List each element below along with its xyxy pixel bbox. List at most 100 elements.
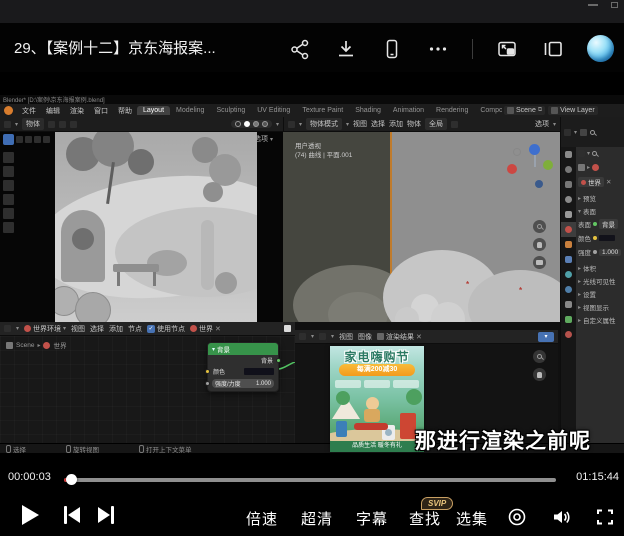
more-button[interactable] — [426, 37, 450, 61]
world-datablock: 世界 ✕ — [578, 177, 611, 187]
next-episode-button[interactable] — [98, 506, 114, 524]
header-divider — [472, 39, 473, 59]
color-swatch — [599, 235, 615, 241]
gizmo-minus-axis — [535, 180, 543, 188]
skip-bar-icon — [64, 506, 67, 524]
window-control-icon[interactable] — [588, 4, 598, 6]
progress-track[interactable] — [64, 478, 556, 482]
screen-cast-button[interactable] — [541, 37, 565, 61]
editor-type-icon — [4, 121, 11, 128]
download-button[interactable] — [334, 37, 358, 61]
clay-pill — [201, 220, 214, 290]
share-button[interactable] — [288, 37, 312, 61]
world-icon — [190, 325, 197, 332]
custom-properties-section: ▸自定义属性 — [578, 315, 616, 325]
episodes-button[interactable]: 选集 — [456, 508, 488, 529]
solid-shading-icon — [244, 121, 250, 127]
tool-icon — [48, 121, 55, 128]
fullscreen-button[interactable] — [594, 506, 616, 528]
playback-speed-button[interactable]: 倍速 — [246, 508, 278, 529]
play-on-phone-button[interactable] — [380, 37, 404, 61]
node-breadcrumb: Scene ▸ 世界 — [6, 340, 66, 350]
render-properties-tab — [561, 162, 576, 177]
mode-selector: 物体 — [22, 118, 44, 130]
view-menu: 视图 — [71, 324, 85, 334]
world-icon — [581, 180, 586, 185]
properties-header: ▾ — [578, 150, 597, 157]
clay-speaker-hole — [72, 228, 94, 250]
mouse-left-icon — [6, 445, 11, 453]
left-viewport-header: ▾ 物体 ▾ — [0, 117, 283, 132]
quality-button[interactable]: 超清 — [301, 508, 333, 529]
record-icon — [507, 507, 527, 527]
preview-section: ▸预览 — [578, 193, 596, 203]
record-button[interactable] — [507, 507, 527, 527]
shader-socket-icon — [593, 222, 597, 226]
previous-episode-button[interactable] — [64, 506, 80, 524]
user-avatar[interactable] — [587, 35, 614, 62]
mouse-right-icon — [139, 445, 144, 453]
fullscreen-icon — [594, 506, 616, 528]
video-player: 29、【案例十二】京东海报案... — [0, 0, 624, 536]
surface-section: ▾表面 — [578, 206, 596, 216]
gizmo-x-axis — [507, 164, 517, 174]
screen-cast-icon — [542, 38, 564, 60]
poster-tag — [393, 380, 419, 388]
subtitles-button[interactable]: 字幕 — [356, 508, 388, 529]
window-control-icon[interactable] — [611, 2, 618, 8]
find-button[interactable]: 查找 — [409, 508, 441, 529]
scene-icon — [507, 107, 514, 114]
poster-scene — [330, 391, 424, 441]
render-result-poster: 家电嗨购节 每满200减30 — [330, 346, 424, 452]
world-icon — [592, 164, 599, 171]
rotate-tool-icon — [3, 194, 14, 205]
color-socket-icon — [205, 369, 210, 374]
volume-button[interactable] — [550, 506, 572, 528]
display-channels-button: ▾ — [538, 332, 554, 342]
gizmo-z-axis — [529, 144, 540, 155]
mouse-middle-icon — [66, 445, 71, 453]
particles-properties-tab — [561, 267, 576, 282]
node-editor-header: ▾ 世界环境▾ 视图 选择 添加 节点 ✓使用节点 世界✕ — [0, 322, 295, 336]
window-strip — [0, 0, 624, 23]
current-time: 00:00:03 — [8, 471, 51, 483]
select-tool-icon — [3, 152, 14, 163]
workspace-tab: Layout — [137, 106, 170, 115]
scene-icon — [6, 342, 13, 349]
search-icon — [590, 130, 595, 135]
material-shading-icon — [253, 121, 259, 127]
pip-button[interactable] — [495, 37, 519, 61]
clay-tree-sphere — [203, 182, 223, 202]
snap-magnet-icon — [451, 121, 458, 128]
video-surface[interactable]: Blender* [D:\案例\京东海报案例.blend] 文件 编辑 渲染 窗… — [0, 95, 624, 453]
right-3d-viewport: 用户透视 (74) 曲线 | 平面.001 * * — [283, 132, 560, 322]
workspace-tab: Shading — [349, 106, 387, 115]
poster-tags — [335, 380, 419, 388]
red-flower-marker: * — [466, 280, 469, 289]
workspace-tab: Texture Paint — [296, 106, 349, 115]
blender-titlebar: Blender* [D:\案例\京东海报案例.blend] — [0, 95, 624, 104]
navigation-gizmo — [505, 142, 557, 194]
node-menu: 节点 — [128, 324, 142, 334]
filter-icon — [580, 129, 587, 136]
share-icon — [289, 38, 311, 60]
clay-table — [113, 264, 159, 272]
outliner-header: ▾ — [560, 117, 624, 147]
node-wire — [279, 362, 295, 372]
view-layer-icon — [551, 107, 558, 114]
world-name: 世界 — [199, 324, 213, 334]
progress-handle[interactable] — [66, 474, 77, 485]
clay-table-leg — [153, 272, 156, 286]
breadcrumb-world: 世界 — [53, 340, 66, 350]
viewport-display-section: ▸视图显示 — [578, 302, 609, 312]
image-pan-hand-icon — [533, 368, 546, 381]
move-tool-icon — [3, 180, 14, 191]
gizmo-axis-line — [534, 155, 536, 167]
poster-tag — [335, 380, 361, 388]
right-viewport-header: ▾ 物体模式 ▾ 视图 选择 添加 物体 全局 选项 ▾ — [283, 117, 560, 132]
volume-section: ▸体积 — [578, 263, 596, 273]
play-button[interactable] — [22, 505, 39, 525]
rendered-shading-icon — [262, 121, 268, 127]
subtitle-overlay: 那进行渲染之前呢 — [415, 425, 591, 455]
workspace-tab: Modeling — [170, 106, 210, 115]
